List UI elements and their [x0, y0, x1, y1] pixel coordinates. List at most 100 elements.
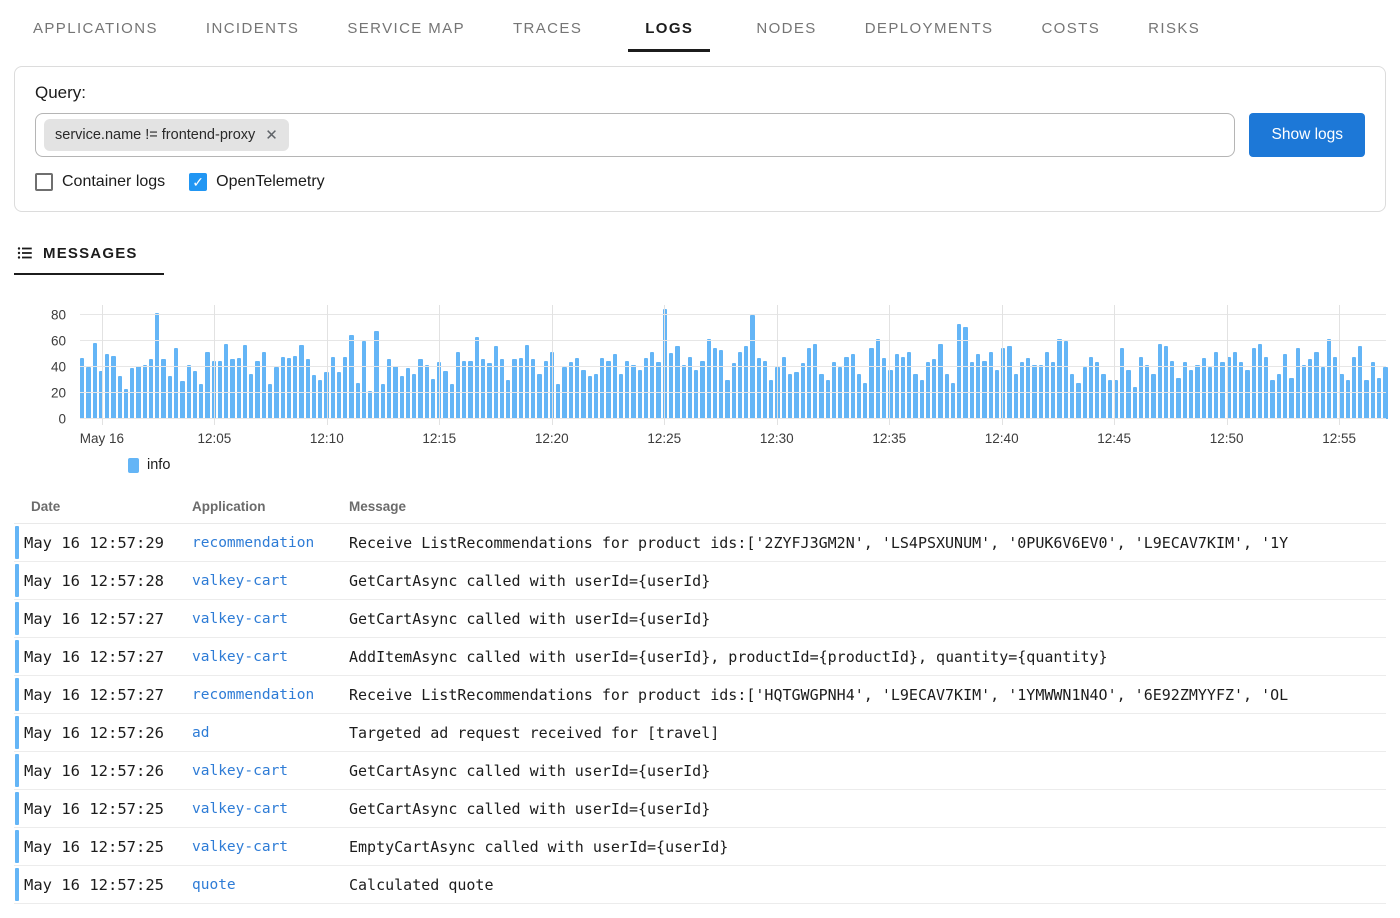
application-link[interactable]: recommendation [192, 535, 314, 551]
application-link[interactable]: valkey-cart [192, 763, 288, 779]
histogram-bar-info [989, 352, 993, 419]
histogram-bar-info [468, 361, 472, 419]
table-row[interactable]: May 16 12:57:25quote Calculated quote [14, 866, 1386, 904]
histogram-bar-info [1183, 362, 1187, 419]
histogram-bar-info [569, 362, 573, 419]
histogram-bar-info [262, 352, 266, 419]
log-date: May 16 12:57:28 [14, 572, 192, 590]
histogram-bar-info [519, 358, 523, 419]
checkbox-unchecked-icon[interactable] [35, 173, 53, 191]
histogram-bar-info [1239, 362, 1243, 419]
tab-incidents[interactable]: INCIDENTS [204, 20, 301, 52]
histogram-bar-info [255, 361, 259, 419]
histogram-bar-info [450, 384, 454, 419]
table-row[interactable]: May 16 12:57:27recommendationReceive Lis… [14, 676, 1386, 714]
histogram-bar-info [1283, 354, 1287, 419]
histogram-bar-info [1070, 374, 1074, 419]
table-row[interactable]: May 16 12:57:28valkey-cartGetCartAsync c… [14, 562, 1386, 600]
histogram-bar-info [118, 376, 122, 419]
chip-remove-icon[interactable]: ✕ [265, 128, 278, 143]
histogram-bar-info [650, 352, 654, 419]
histogram-bar-info [594, 374, 598, 419]
table-row[interactable]: May 16 12:57:25valkey-cartEmptyCartAsync… [14, 828, 1386, 866]
histogram-bar-info [93, 343, 97, 419]
log-message: AddItemAsync called with userId={userId}… [349, 648, 1386, 666]
application-link[interactable]: valkey-cart [192, 839, 288, 855]
application-link[interactable]: valkey-cart [192, 649, 288, 665]
histogram-bar-info [180, 381, 184, 419]
histogram-bar-info [707, 339, 711, 419]
histogram-bar-info [80, 358, 84, 419]
table-row[interactable]: May 16 12:57:26valkey-cartGetCartAsync c… [14, 752, 1386, 790]
histogram-bar-info [807, 348, 811, 419]
checkbox-container-logs[interactable]: Container logs [35, 173, 165, 191]
application-link[interactable]: valkey-cart [192, 801, 288, 817]
histogram-bar-info [1358, 346, 1362, 419]
histogram-bar-info [318, 380, 322, 419]
tab-costs[interactable]: COSTS [1039, 20, 1102, 52]
histogram-bar-info [237, 358, 241, 419]
application-link[interactable]: ad [192, 725, 209, 741]
table-row[interactable]: May 16 12:57:27valkey-cartGetCartAsync c… [14, 600, 1386, 638]
tab-traces[interactable]: TRACES [511, 20, 584, 52]
histogram-bar-info [1007, 346, 1011, 419]
histogram-bar-info [1095, 362, 1099, 419]
tab-logs[interactable]: LOGS [628, 20, 710, 52]
table-row[interactable]: May 16 12:57:26adTargeted ad request rec… [14, 714, 1386, 752]
chart-vgridline [889, 305, 890, 425]
histogram-bar-info [1214, 352, 1218, 419]
tab-messages[interactable]: MESSAGES [14, 240, 164, 275]
tab-applications[interactable]: APPLICATIONS [31, 20, 160, 52]
histogram-bar-info [218, 361, 222, 419]
histogram-bar-info [656, 362, 660, 419]
histogram-bar-info [1108, 380, 1112, 419]
checkbox-opentelemetry[interactable]: ✓OpenTelemetry [189, 173, 325, 191]
table-row[interactable]: May 16 12:57:27valkey-cartAddItemAsync c… [14, 638, 1386, 676]
histogram-bar-info [951, 383, 955, 419]
log-application-cell: quote [192, 876, 349, 894]
histogram-bar-info [976, 354, 980, 419]
tab-risks[interactable]: RISKS [1146, 20, 1202, 52]
application-link[interactable]: valkey-cart [192, 573, 288, 589]
application-link[interactable]: recommendation [192, 687, 314, 703]
checkbox-checked-icon[interactable]: ✓ [189, 173, 207, 191]
histogram-bar-info [512, 359, 516, 419]
table-row[interactable]: May 16 12:57:25valkey-cartGetCartAsync c… [14, 790, 1386, 828]
log-message: GetCartAsync called with userId={userId} [349, 800, 1386, 818]
column-header-application: Application [192, 499, 349, 514]
histogram-bar-info [838, 367, 842, 419]
application-link[interactable]: valkey-cart [192, 611, 288, 627]
show-logs-button[interactable]: Show logs [1249, 113, 1365, 157]
histogram-bar-info [1346, 380, 1350, 419]
log-level-marker-info [15, 754, 19, 787]
tab-service-map[interactable]: SERVICE MAP [345, 20, 467, 52]
query-input[interactable]: service.name != frontend-proxy ✕ [35, 113, 1235, 157]
messages-tabbar: MESSAGES [14, 240, 1386, 275]
histogram-bar-info [1252, 348, 1256, 419]
histogram-bar-info [287, 358, 291, 419]
chart-vgridline [439, 305, 440, 425]
y-axis-tick-label: 60 [51, 334, 66, 349]
tab-deployments[interactable]: DEPLOYMENTS [863, 20, 996, 52]
chart-hgridline [80, 340, 1386, 341]
query-filter-chip-text: service.name != frontend-proxy [55, 127, 255, 143]
histogram-bar-info [700, 361, 704, 419]
log-message: Calculated quote [349, 876, 1386, 894]
histogram-bar-info [1101, 374, 1105, 419]
legend-label-info: info [147, 457, 170, 473]
histogram-bar-info [168, 376, 172, 419]
histogram-bar-info [1189, 370, 1193, 419]
table-row[interactable]: May 16 12:57:29recommendationReceive Lis… [14, 524, 1386, 562]
histogram-bar-info [1120, 348, 1124, 419]
histogram-bar-info [494, 346, 498, 419]
log-table: Date Application Message May 16 12:57:29… [14, 495, 1386, 904]
histogram-bar-info [995, 370, 999, 419]
log-level-marker-info [15, 564, 19, 597]
log-date: May 16 12:57:25 [14, 876, 192, 894]
histogram-bar-info [1014, 374, 1018, 419]
histogram-bar-info [174, 348, 178, 419]
tab-nodes[interactable]: NODES [754, 20, 818, 52]
histogram-bar-info [694, 370, 698, 419]
application-link[interactable]: quote [192, 877, 236, 893]
histogram-bar-info [1220, 362, 1224, 419]
